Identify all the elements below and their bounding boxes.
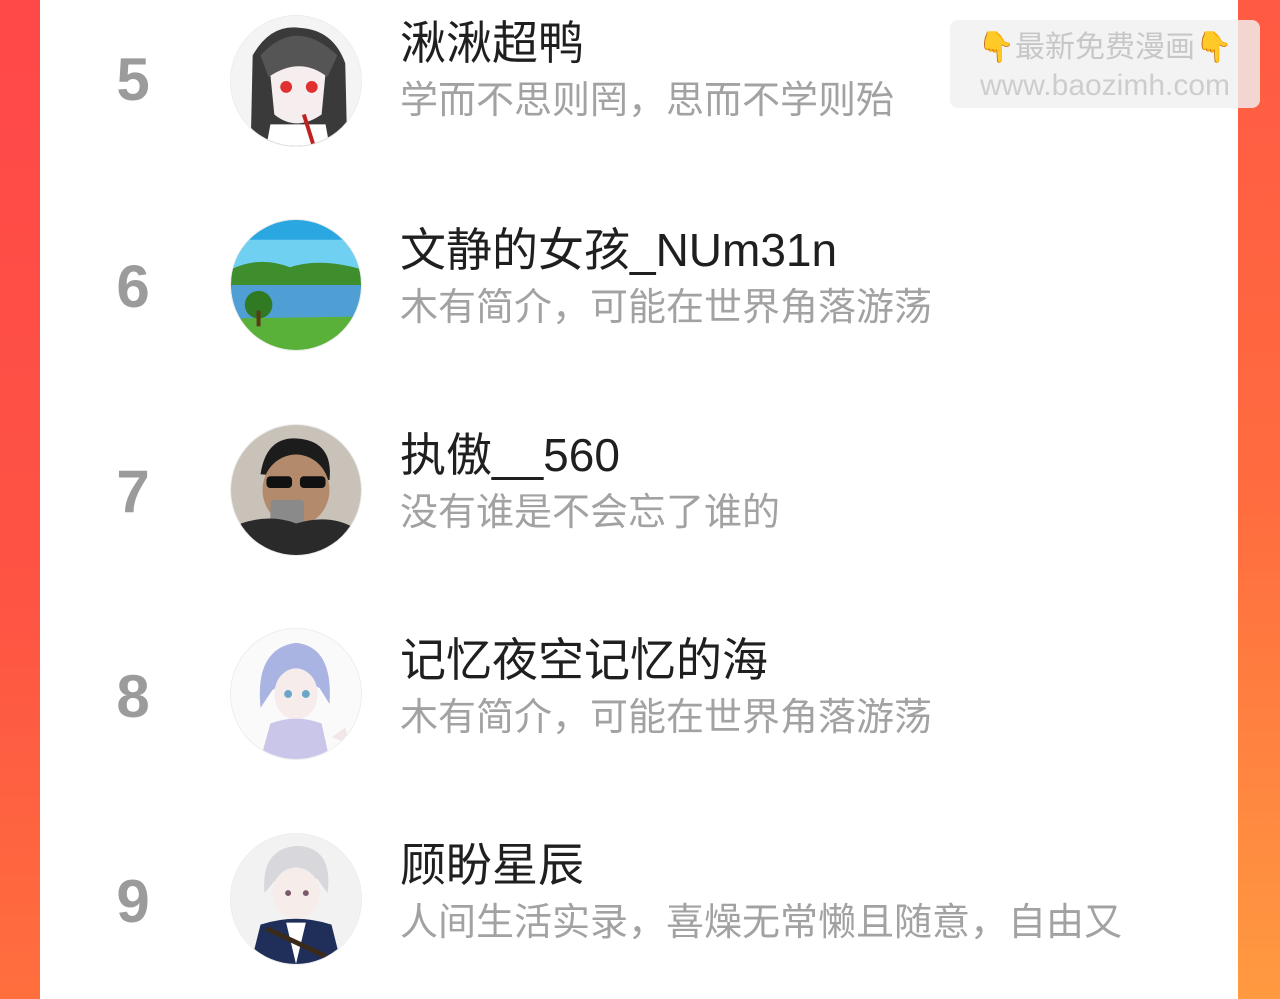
watermark-url: www.baozimh.com [979,69,1231,102]
pointing-down-hand-icon: 👇 [977,31,1015,64]
rank-number: 8 [116,663,150,730]
right-frame-edge [1238,0,1280,999]
rank-number: 9 [116,868,150,935]
username[interactable]: 执傲__560 [400,429,620,481]
user-avatar[interactable] [230,628,362,760]
site-watermark: 👇最新免费漫画👇 www.baozimh.com [950,20,1260,108]
username[interactable]: 湫湫超鸭 [400,17,584,69]
username[interactable]: 顾盼星辰 [400,839,584,891]
rank-number: 7 [116,458,150,525]
user-avatar[interactable] [230,15,362,147]
user-avatar[interactable] [230,219,362,351]
ranking-row-6[interactable]: 6 文静的女孩_NUm31n 木有简介，可能在世界角落游荡 [40,190,1238,395]
anime-girl-avatar-icon [231,16,361,146]
user-bio: 木有简介，可能在世界角落游荡 [400,287,933,329]
user-bio: 学而不思则罔，思而不学则殆 [400,80,895,122]
ranking-card: 5 湫湫超鸭 学而不思则罔，思而不学则殆 6 文静的女孩_NUm31n 木有简介… [40,0,1238,999]
landscape-avatar-icon [231,220,361,350]
ranking-row-8[interactable]: 8 记忆夜空记忆的海 木有简介，可能在世界角落游荡 [40,600,1238,805]
left-frame-edge [0,0,40,999]
rank-number: 5 [116,46,150,113]
username[interactable]: 文静的女孩_NUm31n [400,224,837,276]
user-bio: 人间生活实录，喜燥无常懒且随意，自由又 [400,902,1123,944]
pointing-down-hand-icon: 👇 [1195,31,1233,64]
ranking-row-7[interactable]: 7 执傲__560 没有谁是不会忘了谁的 [40,395,1238,600]
ranking-row-9[interactable]: 9 顾盼星辰 人间生活实录，喜燥无常懒且随意，自由又 [40,805,1238,999]
username[interactable]: 记忆夜空记忆的海 [400,634,768,686]
user-avatar[interactable] [230,833,362,965]
user-bio: 没有谁是不会忘了谁的 [400,492,781,534]
watermark-title: 最新免费漫画 [1015,31,1195,64]
rank-number: 6 [116,253,150,320]
user-bio: 木有简介，可能在世界角落游荡 [400,697,933,739]
anime-boy-avatar-icon [231,834,361,964]
anime-character-avatar-icon [231,629,361,759]
sunglasses-selfie-avatar-icon [231,425,361,555]
user-avatar[interactable] [230,424,362,556]
